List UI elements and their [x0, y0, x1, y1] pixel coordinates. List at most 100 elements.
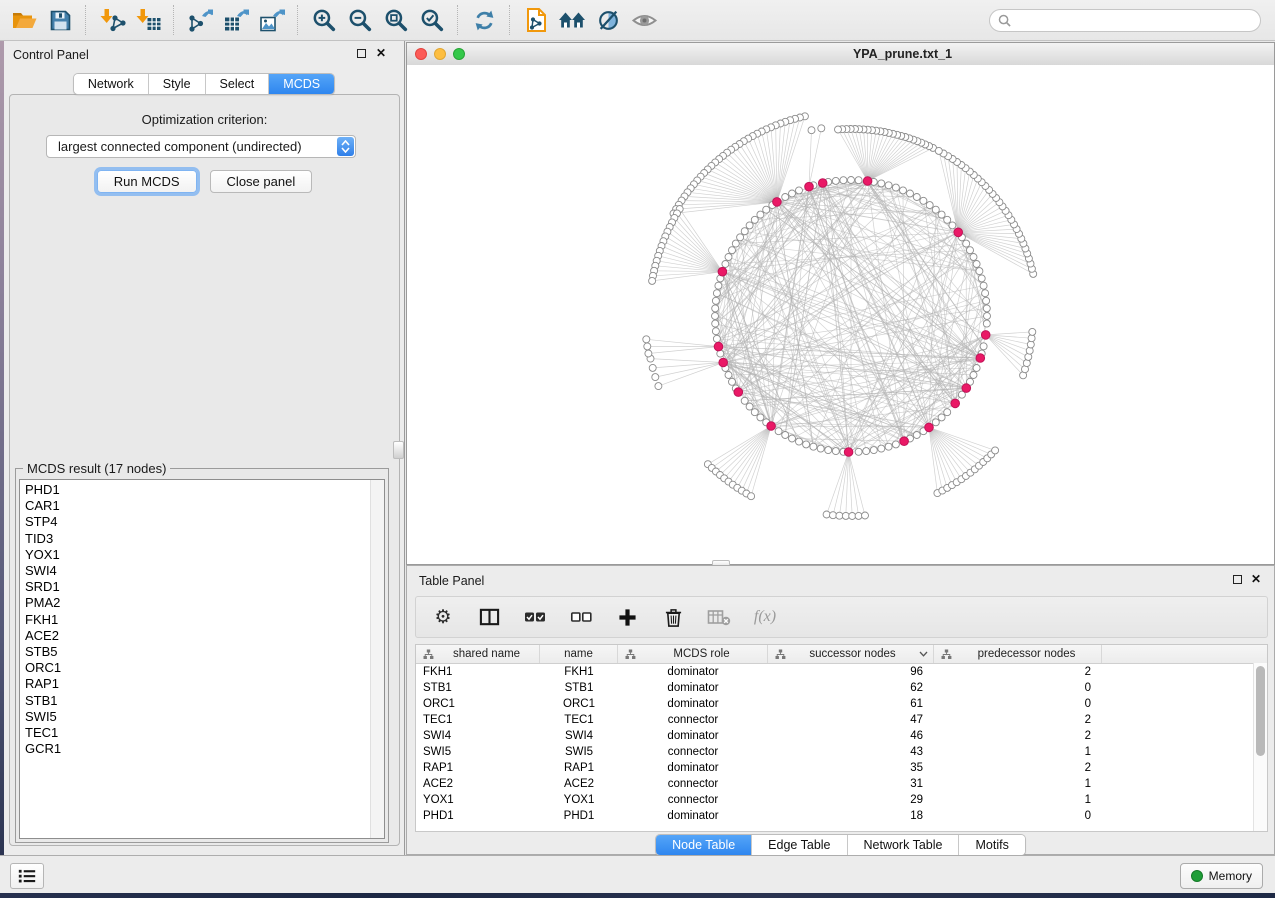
- mcds-result-node[interactable]: ORC1: [20, 660, 370, 676]
- tab-mcds[interactable]: MCDS: [269, 74, 334, 94]
- mcds-result-node[interactable]: YOX1: [20, 547, 370, 563]
- table-row[interactable]: ORC1ORC1dominator610: [416, 696, 1267, 712]
- table-tab-edge-table[interactable]: Edge Table: [752, 835, 847, 855]
- table-cell-name[interactable]: YOX1: [540, 794, 618, 806]
- hide-graphics-details-button[interactable]: [590, 3, 626, 37]
- table-cell-mcds-role[interactable]: dominator: [618, 762, 768, 774]
- table-cell-successor-nodes[interactable]: 31: [768, 778, 934, 790]
- table-row[interactable]: YOX1YOX1connector291: [416, 792, 1267, 808]
- table-cell-successor-nodes[interactable]: 47: [768, 714, 934, 726]
- table-cell-predecessor-nodes[interactable]: 0: [934, 682, 1102, 694]
- mcds-result-list[interactable]: PHD1CAR1STP4TID3YOX1SWI4SRD1PMA2FKH1ACE2…: [19, 479, 385, 839]
- table-row[interactable]: SWI4SWI4dominator462: [416, 728, 1267, 744]
- table-cell-predecessor-nodes[interactable]: 1: [934, 746, 1102, 758]
- home-networks-button[interactable]: [554, 3, 590, 37]
- search-input[interactable]: [1017, 13, 1252, 29]
- mcds-result-node[interactable]: SWI4: [20, 563, 370, 579]
- table-cell-successor-nodes[interactable]: 35: [768, 762, 934, 774]
- table-cell-mcds-role[interactable]: dominator: [618, 810, 768, 822]
- memory-button[interactable]: Memory: [1180, 863, 1263, 889]
- close-table-panel-icon[interactable]: ✕: [1251, 573, 1261, 585]
- mcds-result-node[interactable]: SWI5: [20, 709, 370, 725]
- table-cell-mcds-role[interactable]: dominator: [618, 682, 768, 694]
- network-canvas[interactable]: [407, 65, 1274, 564]
- table-row[interactable]: FKH1FKH1dominator962: [416, 664, 1267, 680]
- table-cell-name[interactable]: RAP1: [540, 762, 618, 774]
- column-header-mcds-role[interactable]: MCDS role: [618, 645, 768, 663]
- node-table[interactable]: shared namenameMCDS rolesuccessor nodesp…: [415, 644, 1268, 832]
- table-cell-successor-nodes[interactable]: 96: [768, 666, 934, 678]
- optimization-criterion-select[interactable]: largest connected component (undirected): [46, 135, 356, 158]
- window-maximize-traffic-light[interactable]: [453, 48, 465, 60]
- table-row[interactable]: ACE2ACE2connector311: [416, 776, 1267, 792]
- search-field[interactable]: [989, 9, 1261, 32]
- export-network-button[interactable]: [182, 3, 218, 37]
- network-from-file-button[interactable]: [518, 3, 554, 37]
- table-cell-shared-name[interactable]: YOX1: [416, 794, 540, 806]
- float-panel-icon[interactable]: [357, 49, 366, 58]
- table-cell-name[interactable]: STB1: [540, 682, 618, 694]
- show-panels-list-button[interactable]: [10, 863, 44, 889]
- table-cell-name[interactable]: SWI5: [540, 746, 618, 758]
- table-cell-name[interactable]: ORC1: [540, 698, 618, 710]
- select-all-columns-button[interactable]: [522, 603, 548, 631]
- table-cell-shared-name[interactable]: SWI5: [416, 746, 540, 758]
- mcds-result-node[interactable]: ACE2: [20, 628, 370, 644]
- table-cell-mcds-role[interactable]: dominator: [618, 666, 768, 678]
- mcds-result-node[interactable]: TEC1: [20, 725, 370, 741]
- table-cell-predecessor-nodes[interactable]: 0: [934, 698, 1102, 710]
- save-session-button[interactable]: [42, 3, 78, 37]
- table-cell-shared-name[interactable]: FKH1: [416, 666, 540, 678]
- table-cell-predecessor-nodes[interactable]: 1: [934, 778, 1102, 790]
- column-header-successor-nodes[interactable]: successor nodes: [768, 645, 934, 663]
- table-cell-predecessor-nodes[interactable]: 0: [934, 810, 1102, 822]
- add-column-button[interactable]: [614, 603, 640, 631]
- mcds-result-node[interactable]: TID3: [20, 531, 370, 547]
- mcds-result-node[interactable]: FKH1: [20, 612, 370, 628]
- table-cell-shared-name[interactable]: TEC1: [416, 714, 540, 726]
- mcds-result-node[interactable]: SRD1: [20, 579, 370, 595]
- export-image-button[interactable]: [254, 3, 290, 37]
- table-cell-predecessor-nodes[interactable]: 2: [934, 666, 1102, 678]
- mcds-result-node[interactable]: RAP1: [20, 676, 370, 692]
- mcds-result-node[interactable]: CAR1: [20, 498, 370, 514]
- column-header-shared-name[interactable]: shared name: [416, 645, 540, 663]
- mcds-result-node[interactable]: PHD1: [20, 482, 370, 498]
- table-cell-name[interactable]: PHD1: [540, 810, 618, 822]
- import-network-button[interactable]: [94, 3, 130, 37]
- table-cell-mcds-role[interactable]: dominator: [618, 730, 768, 742]
- import-table-button[interactable]: [130, 3, 166, 37]
- float-table-panel-icon[interactable]: [1233, 575, 1242, 584]
- table-cell-successor-nodes[interactable]: 29: [768, 794, 934, 806]
- mcds-result-node[interactable]: PMA2: [20, 595, 370, 611]
- table-cell-shared-name[interactable]: PHD1: [416, 810, 540, 822]
- table-row[interactable]: SWI5SWI5connector431: [416, 744, 1267, 760]
- table-cell-successor-nodes[interactable]: 61: [768, 698, 934, 710]
- tab-network[interactable]: Network: [74, 74, 149, 94]
- table-tab-motifs[interactable]: Motifs: [959, 835, 1024, 855]
- mcds-result-node[interactable]: GCR1: [20, 741, 370, 757]
- zoom-fit-button[interactable]: [378, 3, 414, 37]
- table-row[interactable]: TEC1TEC1connector472: [416, 712, 1267, 728]
- deselect-all-columns-button[interactable]: [568, 603, 594, 631]
- tab-style[interactable]: Style: [149, 74, 206, 94]
- table-row[interactable]: STB1STB1dominator620: [416, 680, 1267, 696]
- column-header-predecessor-nodes[interactable]: predecessor nodes: [934, 645, 1102, 663]
- table-row[interactable]: RAP1RAP1dominator352: [416, 760, 1267, 776]
- table-cell-shared-name[interactable]: SWI4: [416, 730, 540, 742]
- sort-chevron-icon[interactable]: [919, 651, 928, 657]
- table-cell-mcds-role[interactable]: connector: [618, 746, 768, 758]
- mcds-result-node[interactable]: STB1: [20, 693, 370, 709]
- table-scrollbar-thumb[interactable]: [1256, 666, 1265, 756]
- window-close-traffic-light[interactable]: [415, 48, 427, 60]
- zoom-out-button[interactable]: [342, 3, 378, 37]
- column-header-name[interactable]: name: [540, 645, 618, 663]
- table-settings-button[interactable]: ⚙: [430, 603, 456, 631]
- zoom-in-button[interactable]: [306, 3, 342, 37]
- table-cell-mcds-role[interactable]: connector: [618, 794, 768, 806]
- table-cell-name[interactable]: TEC1: [540, 714, 618, 726]
- table-cell-predecessor-nodes[interactable]: 2: [934, 762, 1102, 774]
- refresh-layout-button[interactable]: [466, 3, 502, 37]
- vertical-splitter-handle[interactable]: [393, 441, 404, 459]
- table-cell-predecessor-nodes[interactable]: 2: [934, 730, 1102, 742]
